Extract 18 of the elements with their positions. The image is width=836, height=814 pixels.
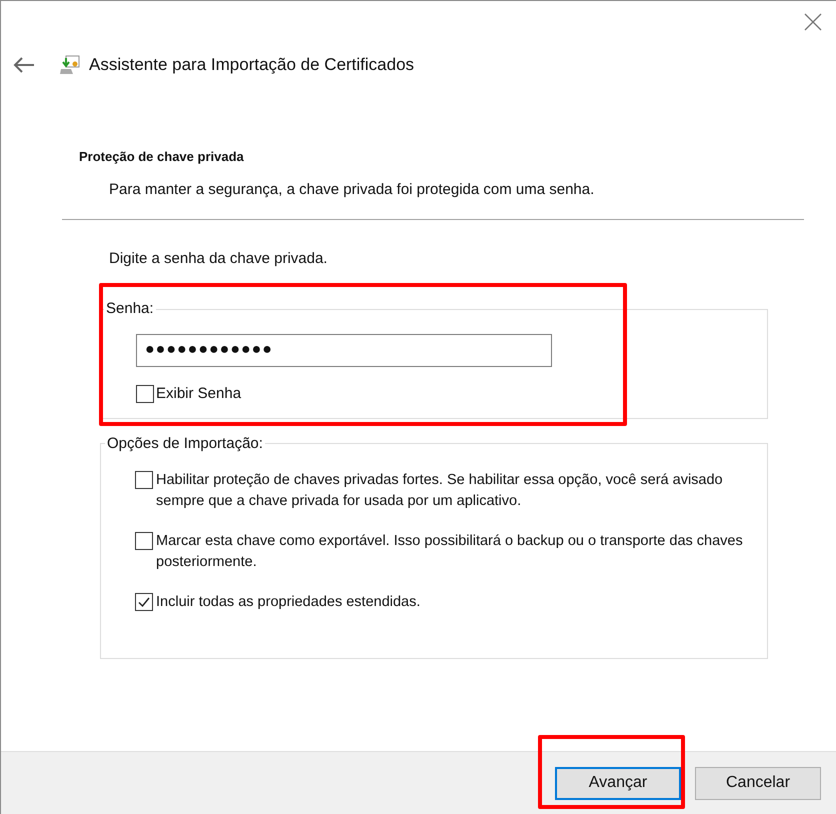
section-title: Proteção de chave privada [79,148,245,166]
option-label: Habilitar proteção de chaves privadas fortes. Se habilitar essa opção, você será avisado sempre que a chave privada for usada por um aplicativo. [156,470,724,510]
checkbox[interactable] [135,532,153,550]
dialog-button[interactable]: Avançar [555,766,681,800]
checkbox[interactable] [135,470,153,488]
checkbox-label: Exibir Senha [156,384,242,404]
dialog-button[interactable]: Cancelar [695,766,821,800]
option-label: Incluir todas as propriedades estendidas. [156,592,420,612]
password-prompt: Digite a senha da chave privada. [108,249,328,269]
section-description: Para manter a segurança, a chave privada foi protegida com uma senha. [108,180,596,200]
password-field[interactable]: ●●●●●●●●●●●● [136,334,552,366]
checkbox[interactable] [135,592,153,610]
checkbox[interactable] [136,385,154,404]
window-title: Assistente para Importação de Certificados [89,54,414,76]
close-icon[interactable] [804,13,822,31]
back-arrow-icon[interactable] [13,57,35,73]
option-label: Marcar esta chave como exportável. Isso possibilitará o backup ou o transporte das chaves posteriormente. [156,532,744,572]
certificate-icon [59,54,81,76]
